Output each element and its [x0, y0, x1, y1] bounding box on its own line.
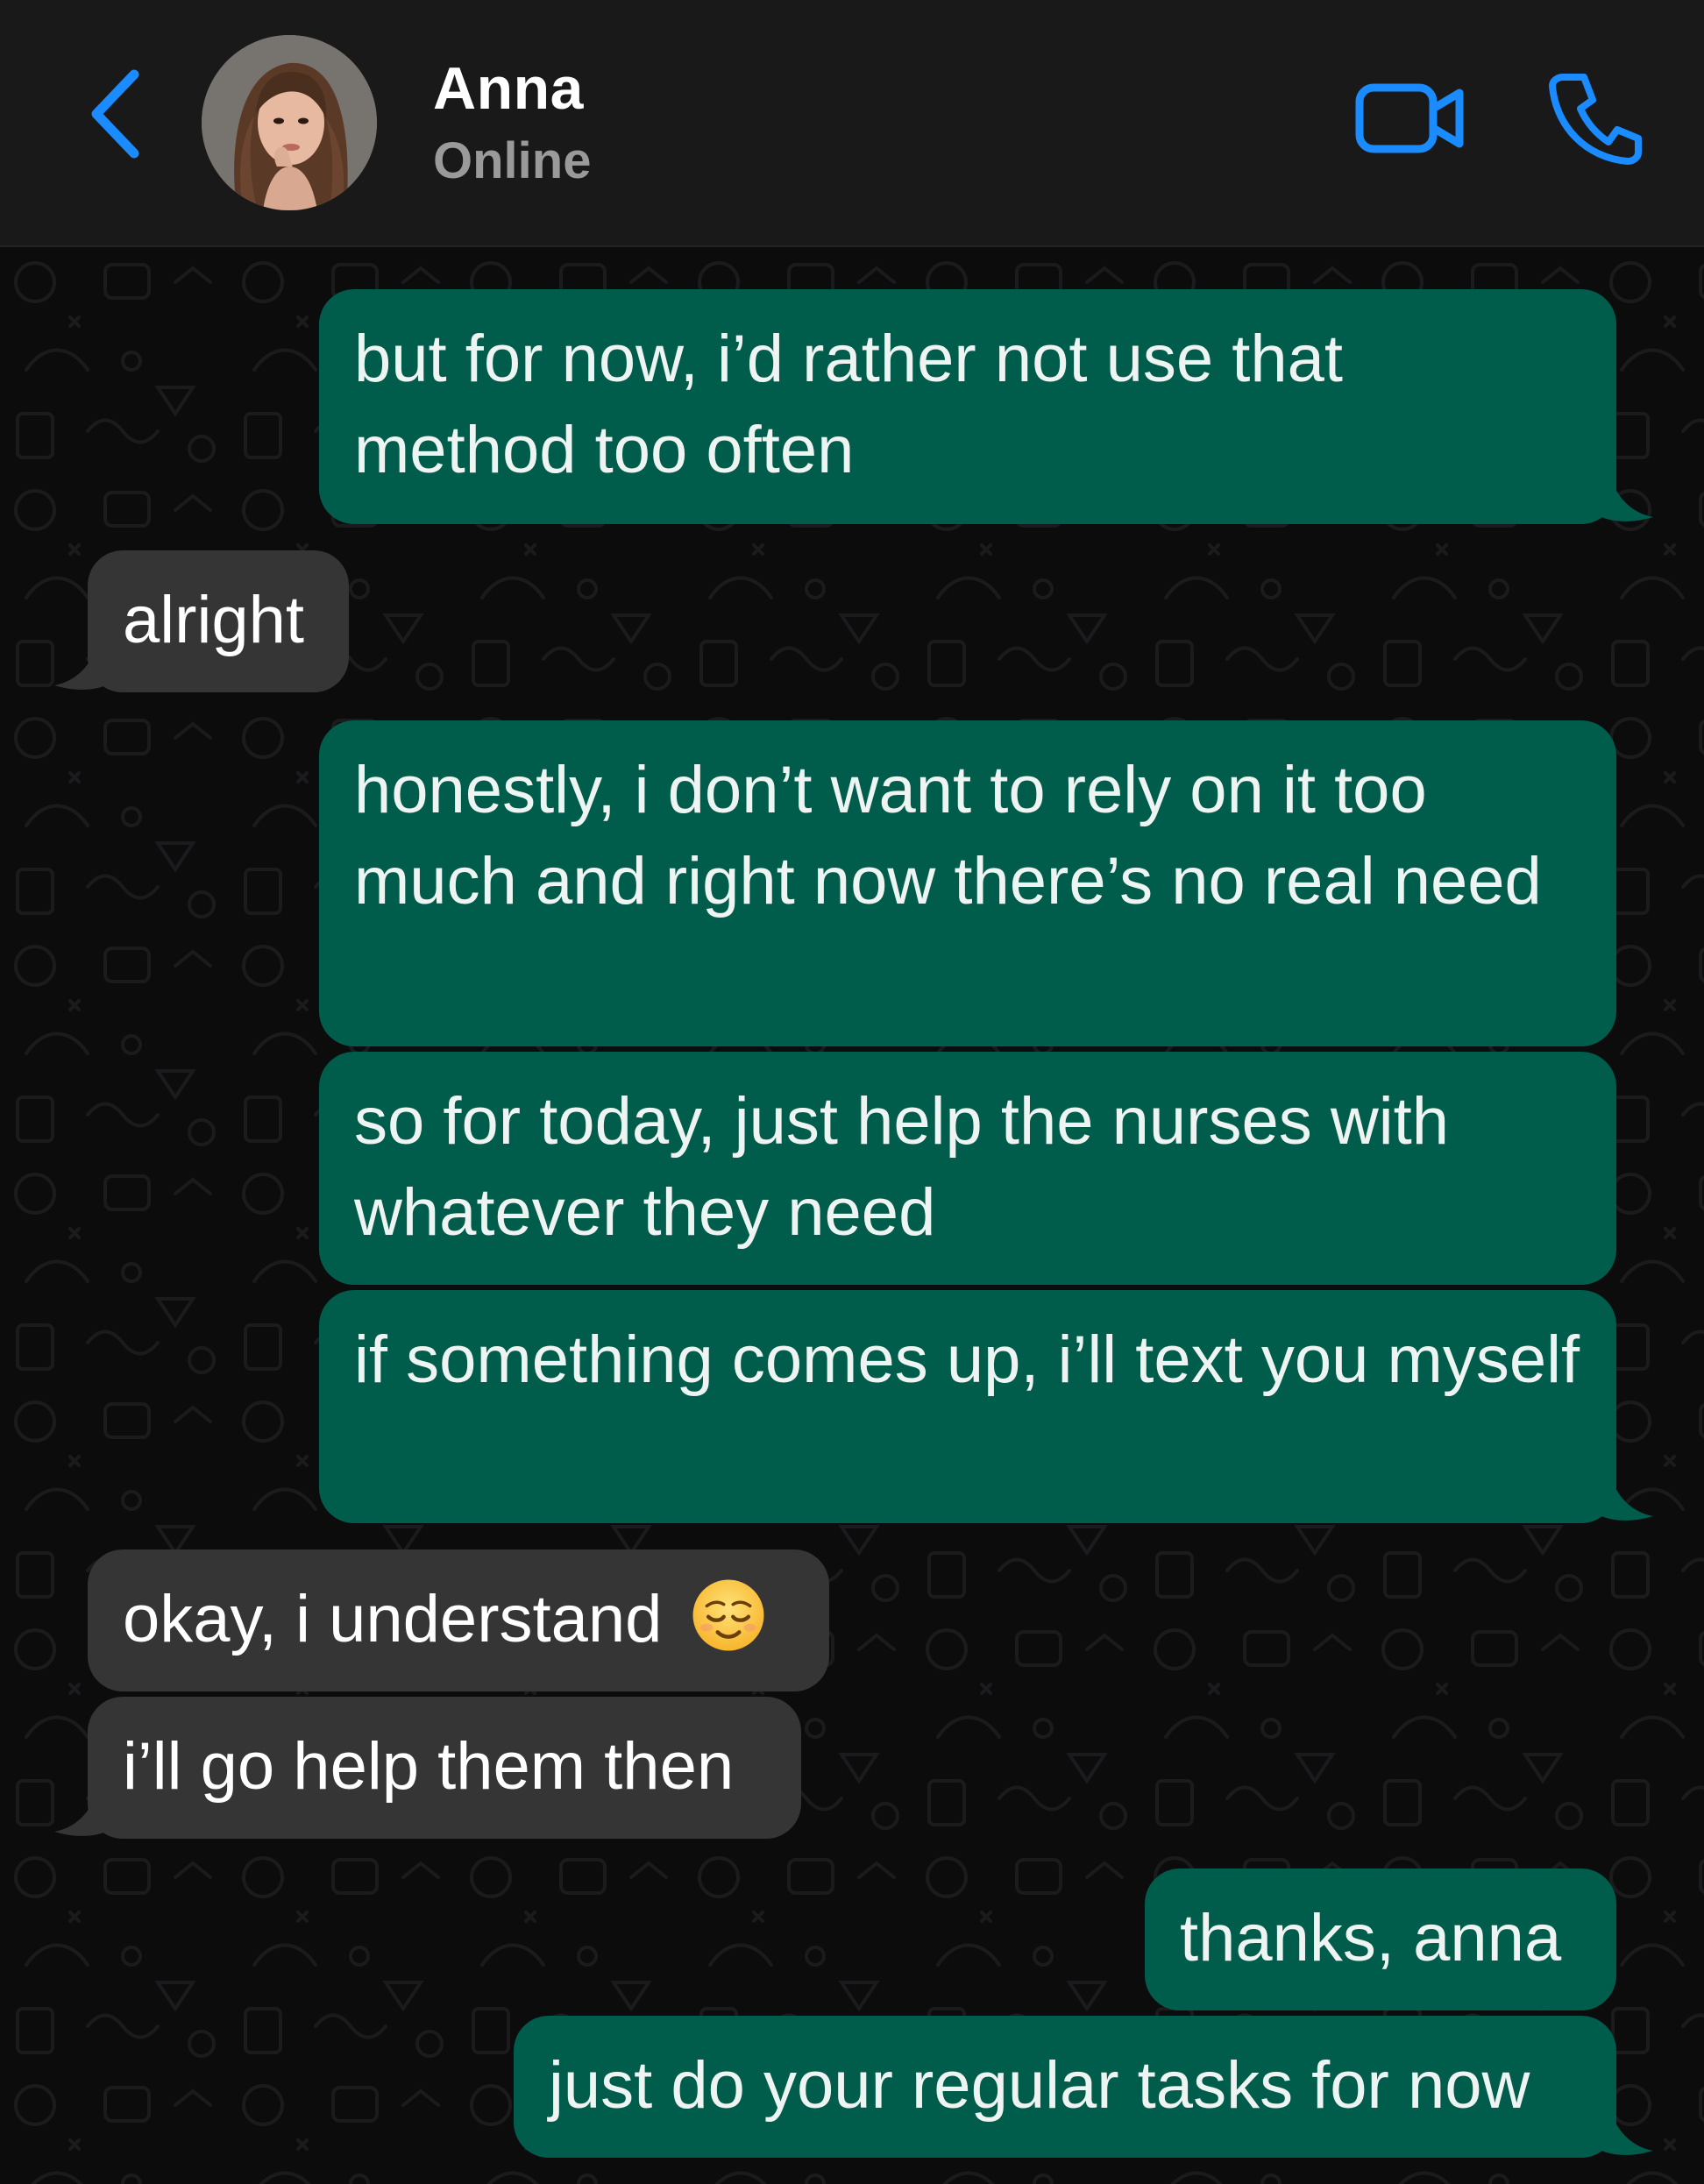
bubble-tail-outgoing [1595, 2107, 1653, 2155]
message-bubble-outgoing[interactable]: if something comes up, i’ll text you mys… [319, 1290, 1616, 1523]
message-text: thanks, anna [1180, 1901, 1562, 1975]
chevron-left-icon [91, 69, 139, 159]
message-bubble-incoming[interactable]: i’ll go help them then [88, 1697, 801, 1839]
message-text: okay, i understand [123, 1582, 663, 1656]
phone-icon [1549, 74, 1642, 165]
message-text: but for now, i’d rather not use that met… [354, 322, 1344, 487]
voice-call-button[interactable] [1538, 61, 1652, 175]
message-bubble-outgoing[interactable]: thanks, anna [1145, 1868, 1616, 2010]
message-text: so for today, just help the nurses with … [354, 1084, 1450, 1250]
message-text: honestly, i don’t want to rely on it too… [354, 753, 1542, 918]
message-text: i’ll go help them then [123, 1729, 735, 1804]
chat-screen: Anna Online but for now, i’d rather not … [0, 0, 1704, 2184]
video-camera-icon [1355, 83, 1464, 153]
message-bubble-outgoing[interactable]: so for today, just help the nurses with … [319, 1052, 1616, 1285]
back-button[interactable] [77, 61, 156, 167]
bubble-tail-outgoing [1595, 473, 1653, 521]
contact-status: Online [433, 132, 592, 189]
chat-header: Anna Online [0, 0, 1704, 247]
video-call-button[interactable] [1350, 70, 1473, 167]
relieved-face-icon [692, 1579, 764, 1651]
message-bubble-incoming[interactable]: okay, i understand [88, 1549, 829, 1691]
bubble-tail-outgoing [1595, 1472, 1653, 1521]
message-text: just do your regular tasks for now [549, 2048, 1530, 2123]
message-text: if something comes up, i’ll text you mys… [354, 1322, 1580, 1397]
bubble-tail-incoming [54, 642, 112, 690]
avatar-image [202, 35, 377, 210]
contact-name[interactable]: Anna [433, 54, 584, 123]
message-bubble-incoming[interactable]: alright [88, 550, 349, 692]
message-list[interactable]: but for now, i’d rather not use that met… [0, 247, 1704, 2184]
message-bubble-outgoing[interactable]: but for now, i’d rather not use that met… [319, 289, 1616, 524]
message-bubble-outgoing[interactable]: just do your regular tasks for now [514, 2016, 1616, 2158]
message-text: alright [123, 583, 304, 657]
contact-avatar[interactable] [202, 35, 377, 210]
bubble-tail-incoming [54, 1788, 112, 1836]
message-bubble-outgoing[interactable]: honestly, i don’t want to rely on it too… [319, 720, 1616, 1046]
